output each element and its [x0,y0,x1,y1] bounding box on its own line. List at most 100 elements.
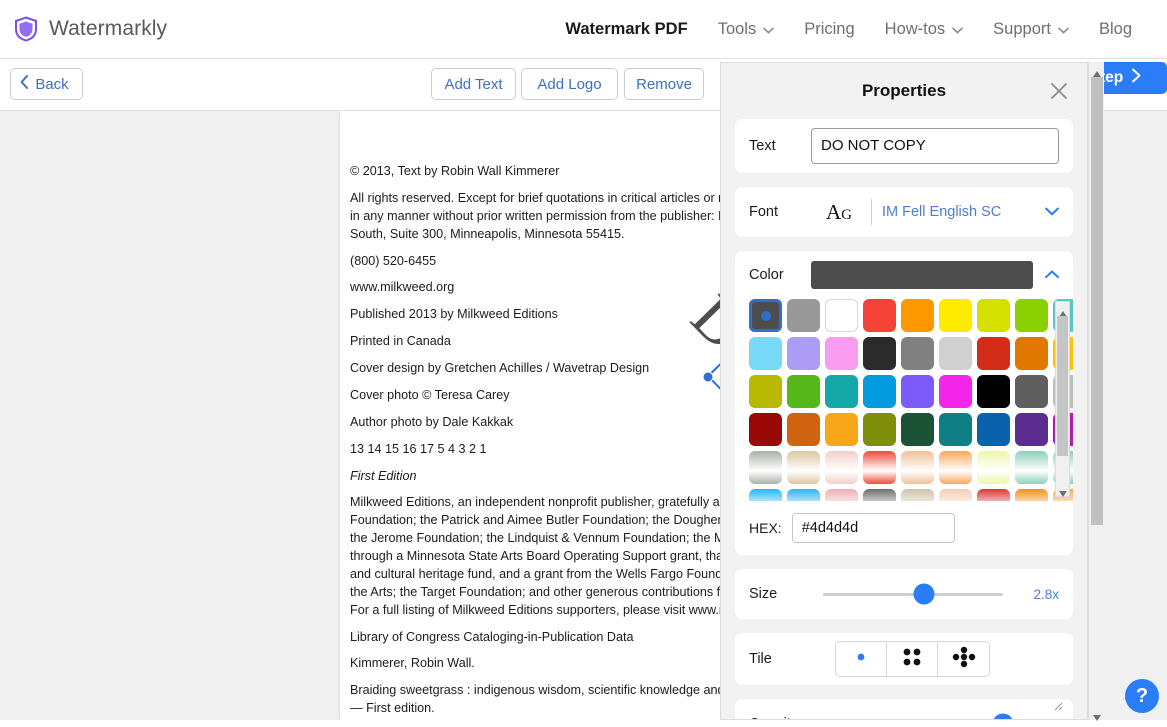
color-swatch[interactable] [1015,337,1048,370]
back-button[interactable]: Back [10,68,83,100]
color-swatch[interactable] [787,299,820,332]
color-grid-scroll-thumb[interactable] [1057,316,1068,456]
color-swatch-gradient[interactable] [749,489,782,501]
color-swatch-gradient[interactable] [863,451,896,484]
chevron-left-icon [20,75,29,93]
chevron-down-icon[interactable] [1045,203,1059,221]
remove-button[interactable]: Remove [624,68,704,100]
color-swatch[interactable] [939,299,972,332]
add-text-button[interactable]: Add Text [431,68,516,100]
close-icon[interactable] [1049,81,1069,101]
opacity-property-row: Opacity 100% [735,699,1073,719]
color-swatch-gradient[interactable] [901,489,934,501]
nav-item-pricing[interactable]: Pricing [789,20,869,39]
color-swatch[interactable] [939,375,972,408]
color-swatch[interactable] [749,375,782,408]
hex-color-input[interactable] [791,513,955,543]
nav-item-watermark-pdf[interactable]: Watermark PDF [550,20,702,39]
color-label: Color [749,267,784,283]
tile-option-single[interactable] [836,642,887,676]
color-swatch[interactable] [977,299,1010,332]
watermark-text-input[interactable] [811,128,1059,164]
color-swatch[interactable] [901,337,934,370]
color-swatch[interactable] [977,337,1010,370]
tile-option-four[interactable] [887,642,938,676]
color-swatch[interactable] [1015,413,1048,446]
tile-option-diamond[interactable] [938,642,989,676]
scroll-down-arrow-icon[interactable] [1092,709,1102,721]
color-swatch-gradient[interactable] [977,451,1010,484]
color-swatch[interactable] [787,413,820,446]
color-swatch-gradient[interactable] [787,489,820,501]
scroll-up-arrow-icon[interactable] [1058,305,1068,317]
color-swatch[interactable] [749,299,782,332]
color-swatch[interactable] [787,337,820,370]
color-swatch[interactable] [749,337,782,370]
color-swatch-gradient[interactable] [939,451,972,484]
help-button[interactable]: ? [1125,679,1159,713]
size-slider-thumb[interactable] [913,583,935,605]
color-swatch-grid[interactable] [749,299,1073,501]
scroll-up-arrow-icon[interactable] [1092,65,1102,77]
color-swatch-gradient[interactable] [863,489,896,501]
four-dots-icon [897,646,927,673]
color-swatch[interactable] [825,337,858,370]
brand-logo-group[interactable]: Watermarkly [14,16,167,42]
opacity-slider-thumb[interactable] [992,713,1014,719]
color-grid-scrollbar[interactable] [1055,301,1070,497]
panel-scroll-thumb[interactable] [1091,77,1103,525]
five-dots-diamond-icon [949,646,979,673]
nav-label: How-tos [884,19,946,38]
color-swatch[interactable] [939,337,972,370]
color-swatch[interactable] [863,375,896,408]
color-swatch[interactable] [863,337,896,370]
color-swatch[interactable] [825,375,858,408]
color-swatch[interactable] [977,413,1010,446]
size-slider-track[interactable] [823,583,1003,605]
color-swatch[interactable] [749,413,782,446]
brand-name: Watermarkly [49,17,168,40]
color-swatch[interactable] [1015,375,1048,408]
chevron-down-icon [952,20,963,39]
nav-label: Tools [717,19,757,38]
color-swatch[interactable] [901,299,934,332]
nav-item-tools[interactable]: Tools [703,20,790,39]
color-swatch-gradient[interactable] [1015,489,1048,501]
color-swatch[interactable] [939,413,972,446]
color-swatch[interactable] [977,375,1010,408]
properties-panel: Properties Text Font AG IM Fell English … [720,62,1088,720]
nav-label: Pricing [804,19,855,38]
top-navigation-bar: Watermarkly Watermark PDF Tools Pricing … [0,0,1167,59]
color-preview-bar[interactable] [811,261,1033,289]
color-swatch[interactable] [863,413,896,446]
color-swatch[interactable] [1015,299,1048,332]
font-property-row[interactable]: Font AG IM Fell English SC [735,187,1073,237]
opacity-label: Opacity [749,716,811,719]
nav-item-how-tos[interactable]: How-tos [870,20,979,39]
chevron-up-icon[interactable] [1045,266,1059,284]
color-swatch-gradient[interactable] [901,451,934,484]
nav-item-blog[interactable]: Blog [1084,20,1147,39]
color-swatch-gradient[interactable] [825,489,858,501]
chevron-right-icon [1130,68,1143,88]
color-swatch-area [735,299,1073,501]
color-swatch[interactable] [787,375,820,408]
color-swatch[interactable] [825,413,858,446]
nav-item-support[interactable]: Support [978,20,1084,39]
color-swatch[interactable] [825,299,858,332]
size-label: Size [749,586,778,602]
color-swatch-gradient[interactable] [749,451,782,484]
scroll-down-arrow-icon[interactable] [1058,485,1068,497]
color-swatch-gradient[interactable] [977,489,1010,501]
color-swatch-gradient[interactable] [939,489,972,501]
color-swatch[interactable] [901,375,934,408]
add-logo-button[interactable]: Add Logo [521,68,618,100]
tile-option-group [835,641,990,677]
color-swatch-gradient[interactable] [787,451,820,484]
hex-label: HEX: [749,520,782,536]
properties-panel-scrollbar[interactable] [1088,62,1104,721]
color-swatch[interactable] [863,299,896,332]
color-swatch[interactable] [901,413,934,446]
color-swatch-gradient[interactable] [825,451,858,484]
color-swatch-gradient[interactable] [1015,451,1048,484]
